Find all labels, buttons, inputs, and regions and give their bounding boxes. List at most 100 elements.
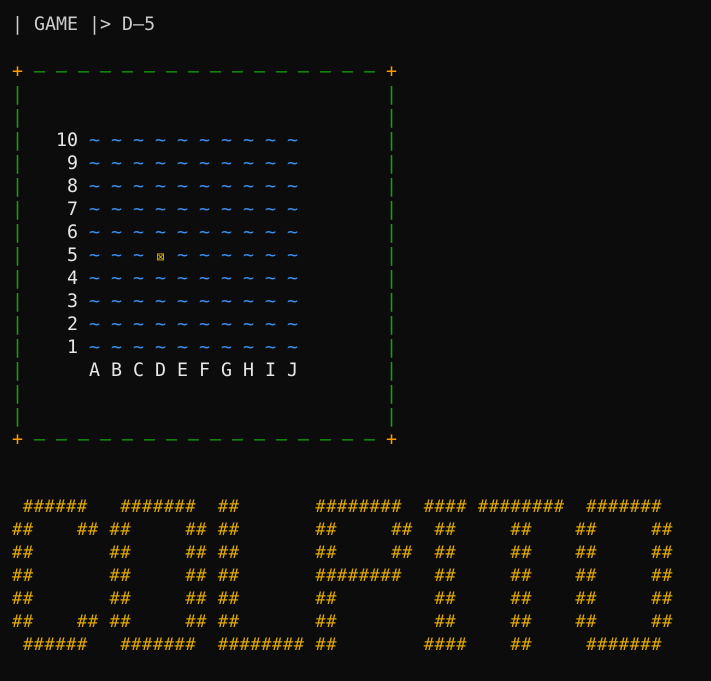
- water-cell[interactable]: ~: [221, 221, 232, 244]
- water-cell[interactable]: ~: [133, 313, 144, 336]
- water-cell[interactable]: ~: [265, 221, 276, 244]
- water-cell[interactable]: ~: [155, 336, 166, 359]
- water-cell[interactable]: ~: [177, 313, 188, 336]
- water-cell[interactable]: ~: [199, 175, 210, 198]
- water-cell[interactable]: ~: [89, 221, 100, 244]
- water-cell[interactable]: ~: [221, 336, 232, 359]
- water-cell[interactable]: ~: [133, 175, 144, 198]
- water-cell[interactable]: ~: [287, 129, 298, 152]
- water-cell[interactable]: ~: [177, 244, 188, 267]
- water-cell[interactable]: ~: [133, 267, 144, 290]
- water-cell[interactable]: ~: [243, 198, 254, 221]
- water-cell[interactable]: ~: [265, 198, 276, 221]
- water-cell[interactable]: ~: [89, 336, 100, 359]
- water-cell[interactable]: ~: [133, 244, 144, 267]
- water-cell[interactable]: ~: [89, 129, 100, 152]
- water-cell[interactable]: ~: [111, 129, 122, 152]
- water-cell[interactable]: ~: [155, 152, 166, 175]
- water-cell[interactable]: ~: [111, 336, 122, 359]
- water-cell[interactable]: ~: [111, 244, 122, 267]
- water-cell[interactable]: ~: [155, 198, 166, 221]
- water-cell[interactable]: ~: [243, 129, 254, 152]
- water-cell[interactable]: ~: [155, 267, 166, 290]
- water-cell[interactable]: ~: [287, 267, 298, 290]
- water-cell[interactable]: ~: [177, 152, 188, 175]
- water-cell[interactable]: ~: [199, 267, 210, 290]
- water-cell[interactable]: ~: [243, 221, 254, 244]
- water-cell[interactable]: ~: [111, 221, 122, 244]
- water-cell[interactable]: ~: [177, 267, 188, 290]
- water-cell[interactable]: ~: [155, 129, 166, 152]
- water-cell[interactable]: ~: [133, 129, 144, 152]
- water-cell[interactable]: ~: [155, 290, 166, 313]
- water-cell[interactable]: ~: [199, 244, 210, 267]
- water-cell[interactable]: ~: [89, 175, 100, 198]
- water-cell[interactable]: ~: [199, 313, 210, 336]
- water-cell[interactable]: ~: [177, 336, 188, 359]
- water-cell[interactable]: ~: [177, 175, 188, 198]
- water-cell[interactable]: ~: [89, 313, 100, 336]
- water-cell[interactable]: ~: [243, 313, 254, 336]
- water-cell[interactable]: ~: [221, 290, 232, 313]
- water-cell[interactable]: ~: [133, 221, 144, 244]
- water-cell[interactable]: ~: [89, 152, 100, 175]
- water-cell[interactable]: ~: [177, 198, 188, 221]
- water-cell[interactable]: ~: [111, 267, 122, 290]
- water-cell[interactable]: ~: [133, 336, 144, 359]
- water-cell[interactable]: ~: [287, 198, 298, 221]
- water-cell[interactable]: ~: [221, 152, 232, 175]
- water-cell[interactable]: ~: [243, 175, 254, 198]
- water-cell[interactable]: ~: [133, 152, 144, 175]
- water-cell[interactable]: ~: [265, 290, 276, 313]
- water-cell[interactable]: ~: [221, 198, 232, 221]
- water-cell[interactable]: ~: [111, 175, 122, 198]
- water-cell[interactable]: ~: [243, 336, 254, 359]
- water-cell[interactable]: ~: [221, 313, 232, 336]
- water-cell[interactable]: ~: [89, 290, 100, 313]
- water-cell[interactable]: ~: [221, 244, 232, 267]
- water-cell[interactable]: ~: [199, 221, 210, 244]
- water-cell[interactable]: ~: [265, 267, 276, 290]
- water-cell[interactable]: ~: [265, 152, 276, 175]
- water-cell[interactable]: ~: [287, 221, 298, 244]
- water-cell[interactable]: ~: [243, 267, 254, 290]
- water-cell[interactable]: ~: [177, 129, 188, 152]
- water-cell[interactable]: ~: [265, 175, 276, 198]
- water-cell[interactable]: ~: [199, 290, 210, 313]
- water-cell[interactable]: ~: [199, 336, 210, 359]
- water-cell[interactable]: ~: [265, 129, 276, 152]
- water-cell[interactable]: ~: [287, 244, 298, 267]
- water-cell[interactable]: ~: [243, 290, 254, 313]
- water-cell[interactable]: ~: [287, 290, 298, 313]
- water-cell[interactable]: ~: [155, 313, 166, 336]
- water-cell[interactable]: ~: [265, 336, 276, 359]
- water-cell[interactable]: ~: [89, 244, 100, 267]
- water-cell[interactable]: ~: [133, 290, 144, 313]
- water-cell[interactable]: ~: [199, 198, 210, 221]
- water-cell[interactable]: ~: [287, 313, 298, 336]
- water-cell[interactable]: ~: [287, 152, 298, 175]
- water-cell[interactable]: ~: [265, 313, 276, 336]
- water-cell[interactable]: ~: [221, 267, 232, 290]
- water-cell[interactable]: ~: [111, 198, 122, 221]
- water-cell[interactable]: ~: [287, 175, 298, 198]
- water-cell[interactable]: ~: [221, 129, 232, 152]
- water-cell[interactable]: ~: [265, 244, 276, 267]
- water-cell[interactable]: ~: [89, 198, 100, 221]
- water-cell[interactable]: ~: [111, 152, 122, 175]
- water-cell[interactable]: ~: [111, 290, 122, 313]
- water-cell[interactable]: ~: [243, 152, 254, 175]
- water-cell[interactable]: ~: [155, 175, 166, 198]
- water-cell[interactable]: ~: [155, 221, 166, 244]
- water-cell[interactable]: ~: [177, 290, 188, 313]
- water-cell[interactable]: ~: [133, 198, 144, 221]
- water-cell[interactable]: ~: [89, 267, 100, 290]
- water-cell[interactable]: ~: [199, 129, 210, 152]
- water-cell[interactable]: ~: [287, 336, 298, 359]
- water-cell[interactable]: ~: [111, 313, 122, 336]
- water-cell[interactable]: ~: [199, 152, 210, 175]
- cursor-cell[interactable]: ⊠: [155, 246, 166, 269]
- water-cell[interactable]: ~: [243, 244, 254, 267]
- water-cell[interactable]: ~: [221, 175, 232, 198]
- water-cell[interactable]: ~: [177, 221, 188, 244]
